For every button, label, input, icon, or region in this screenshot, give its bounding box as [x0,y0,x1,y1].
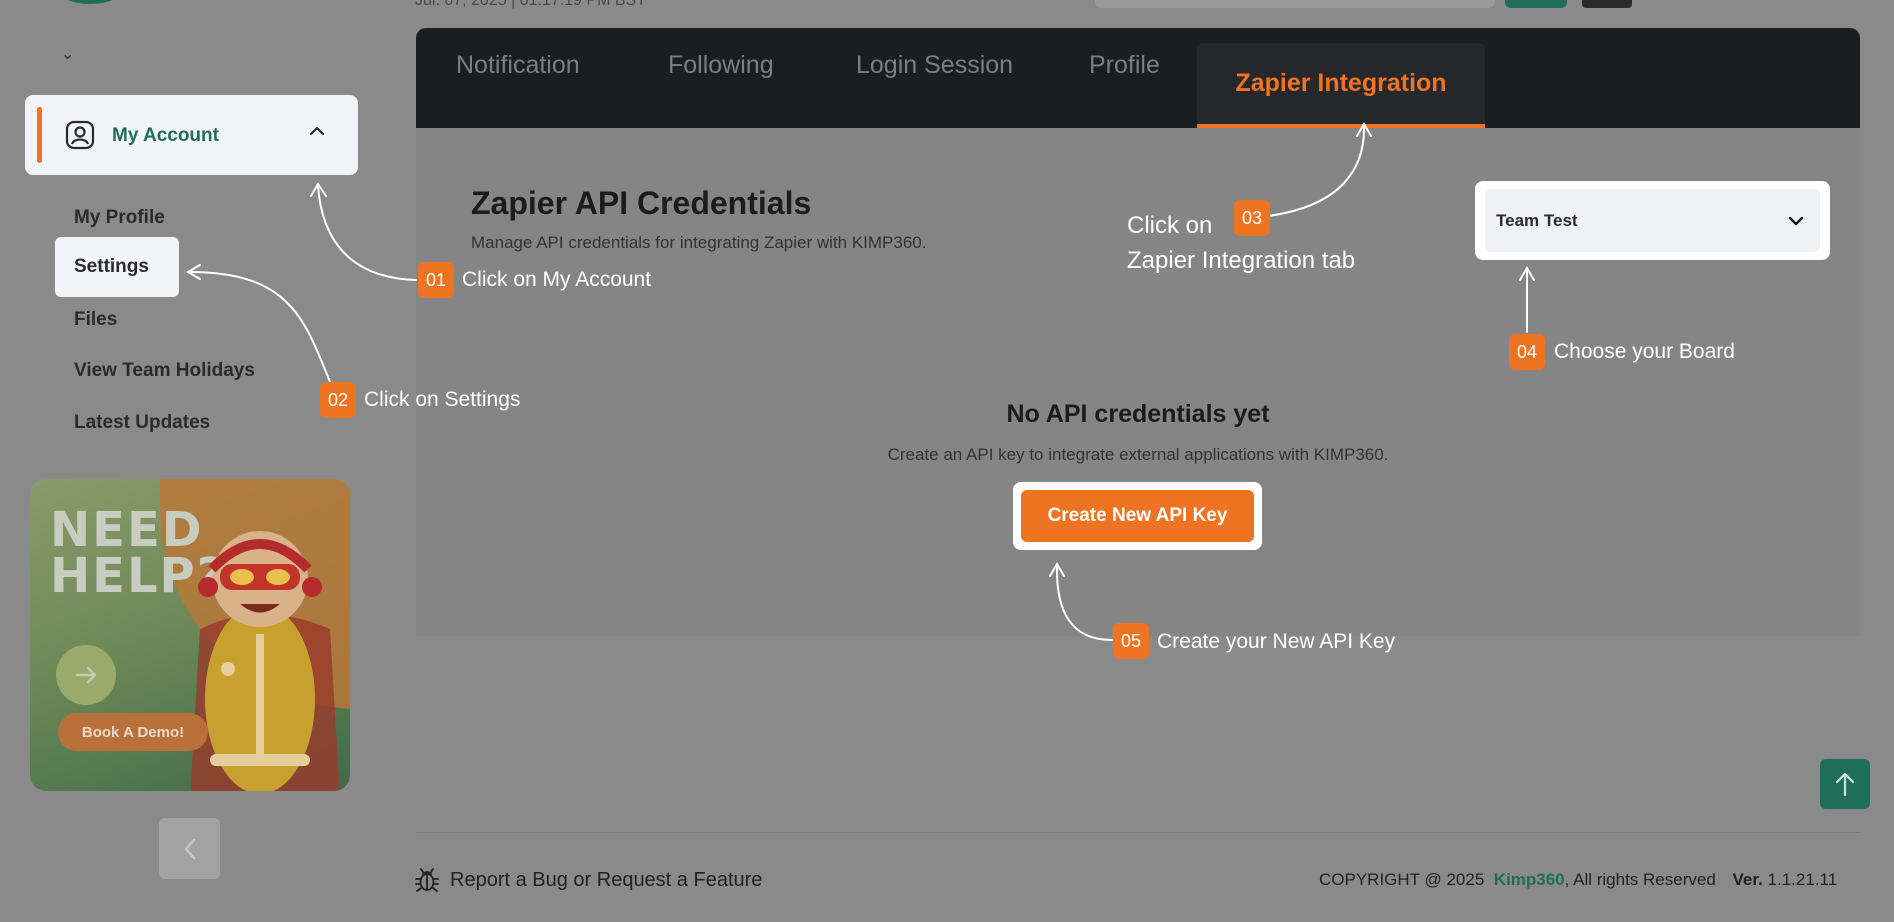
page-title: Zapier API Credentials [471,185,812,221]
collapse-sidebar-button[interactable] [159,818,220,879]
sidebar-item-latest-updates[interactable]: Latest Updates [74,412,210,434]
need-help-card: NEED HELP? Book A Demo! [30,479,350,791]
top-search-bar[interactable] [1095,0,1495,8]
step-text-05: Create your New API Key [1157,630,1396,653]
chevron-up-icon[interactable] [305,119,329,143]
step-text-01: Click on My Account [462,268,652,291]
bug-icon [415,868,439,892]
tab-login-session[interactable]: Login Session [856,30,1013,100]
sidebar-item-my-profile[interactable]: My Profile [74,207,165,229]
mascot-illustration [190,531,340,791]
board-select-value: Team Test [1496,210,1578,230]
top-user-button[interactable] [1582,0,1632,8]
create-key-highlight: Create New API Key [1013,482,1262,550]
current-datetime: Jul. 07, 2025 | 01:17:19 PM BST [415,0,646,9]
my-account-label: My Account [112,125,219,146]
step-badge-05: 05 [1113,623,1149,659]
step-text-04: Choose your Board [1554,340,1735,363]
top-action-button[interactable] [1505,0,1567,8]
empty-state-subtitle: Create an API key to integrate external … [887,445,1389,464]
step-text-02: Click on Settings [364,388,521,411]
chevron-down-icon [1788,216,1804,226]
scroll-to-top-button[interactable] [1820,759,1870,809]
copyright-prefix: COPYRIGHT @ 2025 [1319,870,1485,889]
step-badge-04: 04 [1509,334,1545,370]
tab-profile[interactable]: Profile [1089,30,1160,100]
sidebar-item-view-team-holidays[interactable]: View Team Holidays [74,360,255,382]
arrow-step1 [317,185,417,281]
brand-link[interactable]: Kimp360 [1494,870,1565,889]
board-select-highlight: Team Test [1475,181,1830,260]
help-arrow-button[interactable] [56,645,116,705]
arrow-step1-head [310,182,327,197]
sidebar-item-settings[interactable]: Settings [55,237,179,297]
copyright-suffix: , All rights Reserved [1564,870,1716,889]
chevron-down-icon[interactable]: ⌄ [61,44,74,64]
version-number: 1.1.21.11 [1767,870,1838,889]
my-account-menu[interactable]: My Account [25,95,358,175]
arrow-step2-head [186,264,201,280]
user-profile-icon [65,120,95,150]
tab-zapier-integration[interactable]: Zapier Integration [1197,43,1485,128]
empty-state-title: No API credentials yet [1006,400,1270,428]
board-select[interactable]: Team Test [1485,189,1820,252]
arrow-right-icon [75,666,97,684]
sidebar-item-label: Settings [74,256,149,277]
copyright-text: COPYRIGHT @ 2025 Kimp360, All rights Res… [1319,870,1837,890]
app-logo[interactable] [55,0,125,4]
tab-following[interactable]: Following [668,30,774,100]
tab-notification[interactable]: Notification [456,30,580,100]
step-text-03: Click on Zapier Integration tab [1127,212,1356,274]
step-badge-02: 02 [320,382,356,418]
step-badge-01: 01 [418,262,454,298]
page-subtitle: Manage API credentials for integrating Z… [471,233,927,252]
sidebar-item-files[interactable]: Files [74,309,117,331]
create-new-api-key-button[interactable]: Create New API Key [1021,490,1254,542]
active-indicator [37,107,42,163]
book-demo-button[interactable]: Book A Demo! [58,713,208,751]
report-bug-link[interactable]: Report a Bug or Request a Feature [450,869,762,892]
chevron-left-icon [184,838,195,859]
footer-divider [416,832,1860,833]
version-label: Ver. [1732,870,1763,889]
arrow-up-icon [1835,772,1855,797]
